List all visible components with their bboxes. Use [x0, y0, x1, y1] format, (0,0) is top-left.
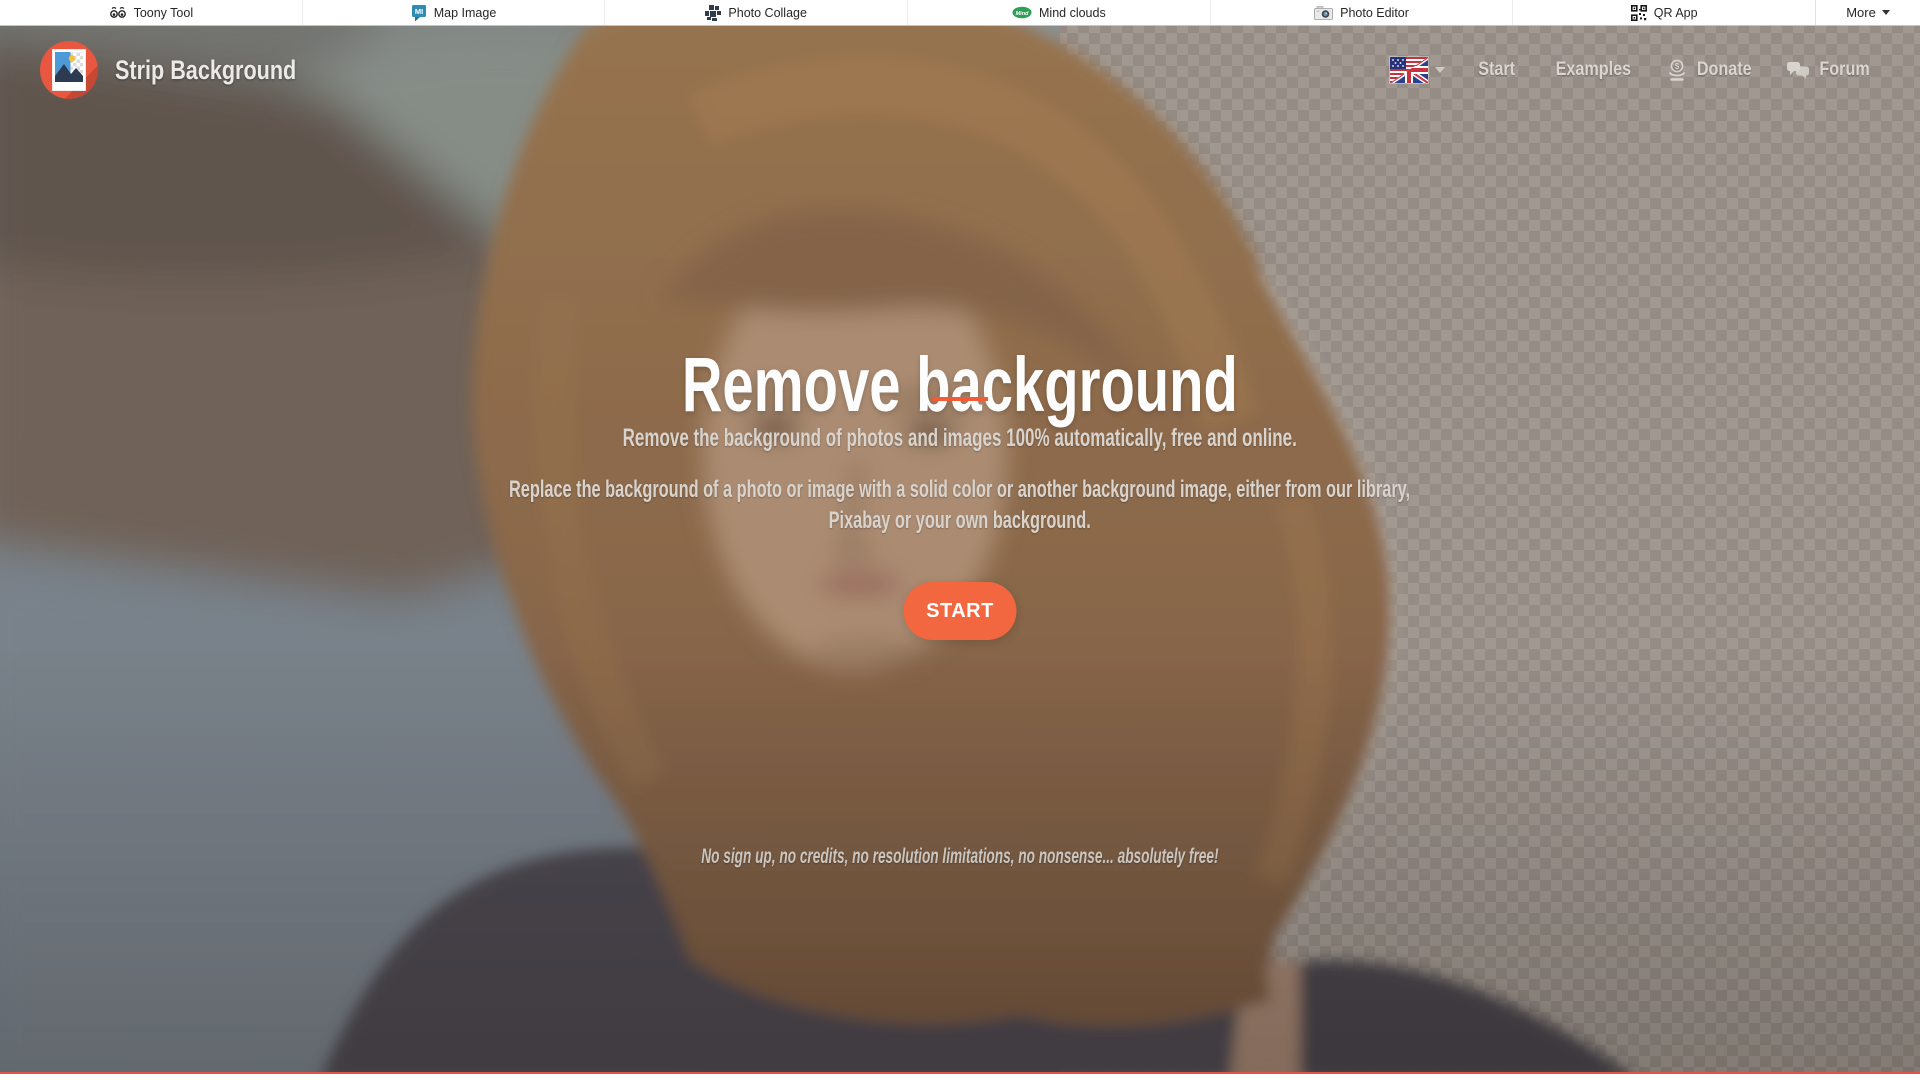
app-bar: Toony Tool MI Map Image Photo Collage Mi…	[0, 0, 1920, 26]
us-uk-flag-icon	[1389, 54, 1430, 86]
app-bar-item-label: Photo Collage	[728, 5, 807, 20]
app-bar-item-photo-collage[interactable]: Photo Collage	[604, 0, 907, 25]
strip-background-logo-icon	[40, 41, 98, 99]
site-title: Strip Background	[115, 54, 297, 85]
app-bar-item-qr-app[interactable]: QR App	[1512, 0, 1815, 25]
next-section-edge	[0, 1074, 1920, 1080]
app-bar-item-photo-editor[interactable]: Photo Editor	[1209, 0, 1513, 25]
hero-background-photo	[0, 0, 1920, 1080]
svg-text:$: $	[1675, 62, 1680, 71]
nav-donate[interactable]: $ Donate	[1667, 59, 1756, 81]
donate-coin-icon: $	[1667, 59, 1687, 81]
page: Toony Tool MI Map Image Photo Collage Mi…	[0, 0, 1920, 1080]
more-label: More	[1846, 5, 1876, 20]
caret-down-icon	[1881, 10, 1890, 15]
qr-app-icon	[1630, 4, 1647, 21]
app-bar-item-label: Map Image	[433, 5, 497, 20]
app-bar-more-button[interactable]: More	[1815, 0, 1920, 25]
title-divider	[932, 397, 988, 401]
photo-collage-icon	[705, 4, 722, 21]
toony-tool-icon	[109, 5, 127, 20]
svg-text:MI: MI	[415, 7, 423, 16]
main-nav: Start Examples $ Donate Forum	[1389, 54, 1874, 86]
brand[interactable]: Strip Background	[40, 41, 342, 99]
language-selector[interactable]	[1389, 54, 1446, 86]
hero-description: Replace the background of a photo or ima…	[509, 476, 1411, 534]
forum-chat-icon	[1786, 61, 1810, 79]
page-title: Remove background	[682, 341, 1238, 428]
mind-clouds-icon: Mind	[1012, 6, 1032, 19]
hero-lead-text: Remove the background of photos and imag…	[622, 424, 1298, 452]
app-bar-item-map-image[interactable]: MI Map Image	[301, 0, 605, 25]
app-bar-item-label: Mind clouds	[1039, 5, 1106, 20]
app-bar-item-toony-tool[interactable]: Toony Tool	[0, 0, 302, 25]
start-button[interactable]: START	[903, 582, 1017, 640]
app-bar-item-label: Photo Editor	[1340, 5, 1409, 20]
nav-forum[interactable]: Forum	[1786, 59, 1874, 81]
site-header: Strip Background Start Examples $ Donate…	[40, 34, 1874, 106]
nav-start[interactable]: Start	[1475, 59, 1518, 81]
app-bar-item-label: Toony Tool	[133, 5, 194, 20]
app-bar-item-mind-clouds[interactable]: Mind Mind clouds	[907, 0, 1210, 25]
svg-text:Mind: Mind	[1016, 11, 1029, 17]
photo-editor-icon	[1314, 5, 1334, 20]
nav-examples[interactable]: Examples	[1549, 59, 1638, 81]
free-note-text: No sign up, no credits, no resolution li…	[701, 845, 1219, 868]
caret-down-icon	[1435, 67, 1446, 73]
app-bar-item-label: QR App	[1653, 5, 1698, 20]
map-image-icon: MI	[411, 4, 427, 22]
